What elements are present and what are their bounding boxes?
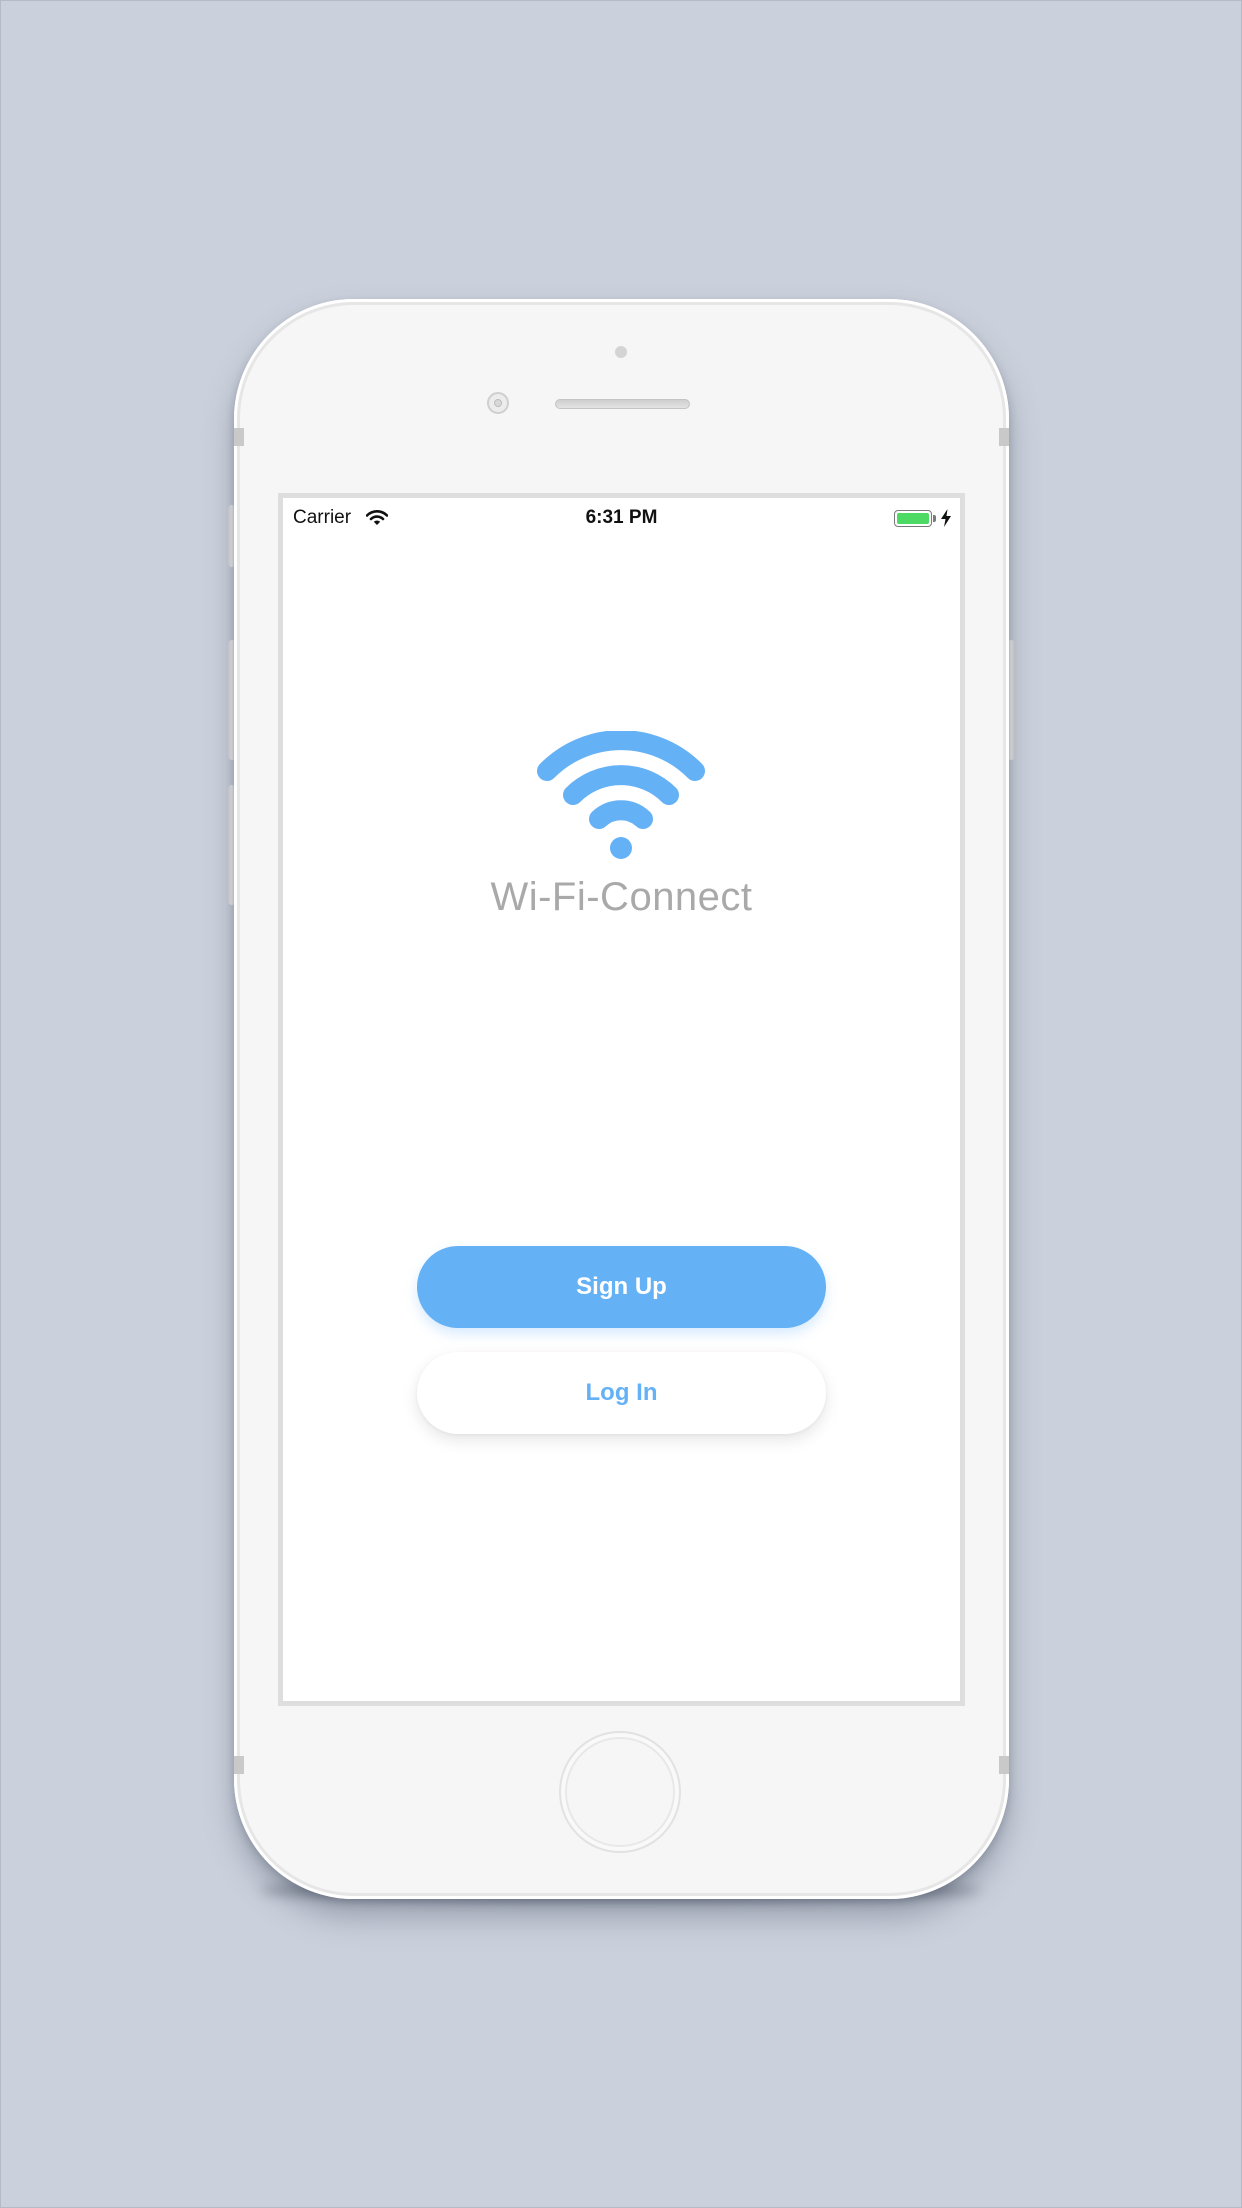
charging-bolt-icon (941, 509, 951, 527)
front-camera (487, 392, 509, 414)
antenna-band (999, 428, 1009, 446)
proximity-sensor (615, 346, 627, 358)
antenna-band (234, 1756, 244, 1774)
sign-up-button[interactable]: Sign Up (417, 1246, 826, 1328)
antenna-band (999, 1756, 1009, 1774)
antenna-band (234, 428, 244, 446)
home-button[interactable] (559, 1731, 681, 1853)
earpiece-speaker (555, 399, 690, 409)
status-bar: Carrier 6:31 PM (283, 498, 960, 536)
wifi-icon (537, 731, 705, 859)
battery-icon (894, 510, 932, 527)
battery-level-fill (897, 513, 929, 524)
log-in-button[interactable]: Log In (417, 1352, 826, 1434)
clock: 6:31 PM (585, 507, 658, 528)
battery-cap (933, 515, 936, 522)
app-title: Wi-Fi-Connect (490, 875, 753, 919)
phone-screen: Carrier 6:31 PM Wi-Fi-Connect Sign Up Lo… (278, 493, 965, 1706)
